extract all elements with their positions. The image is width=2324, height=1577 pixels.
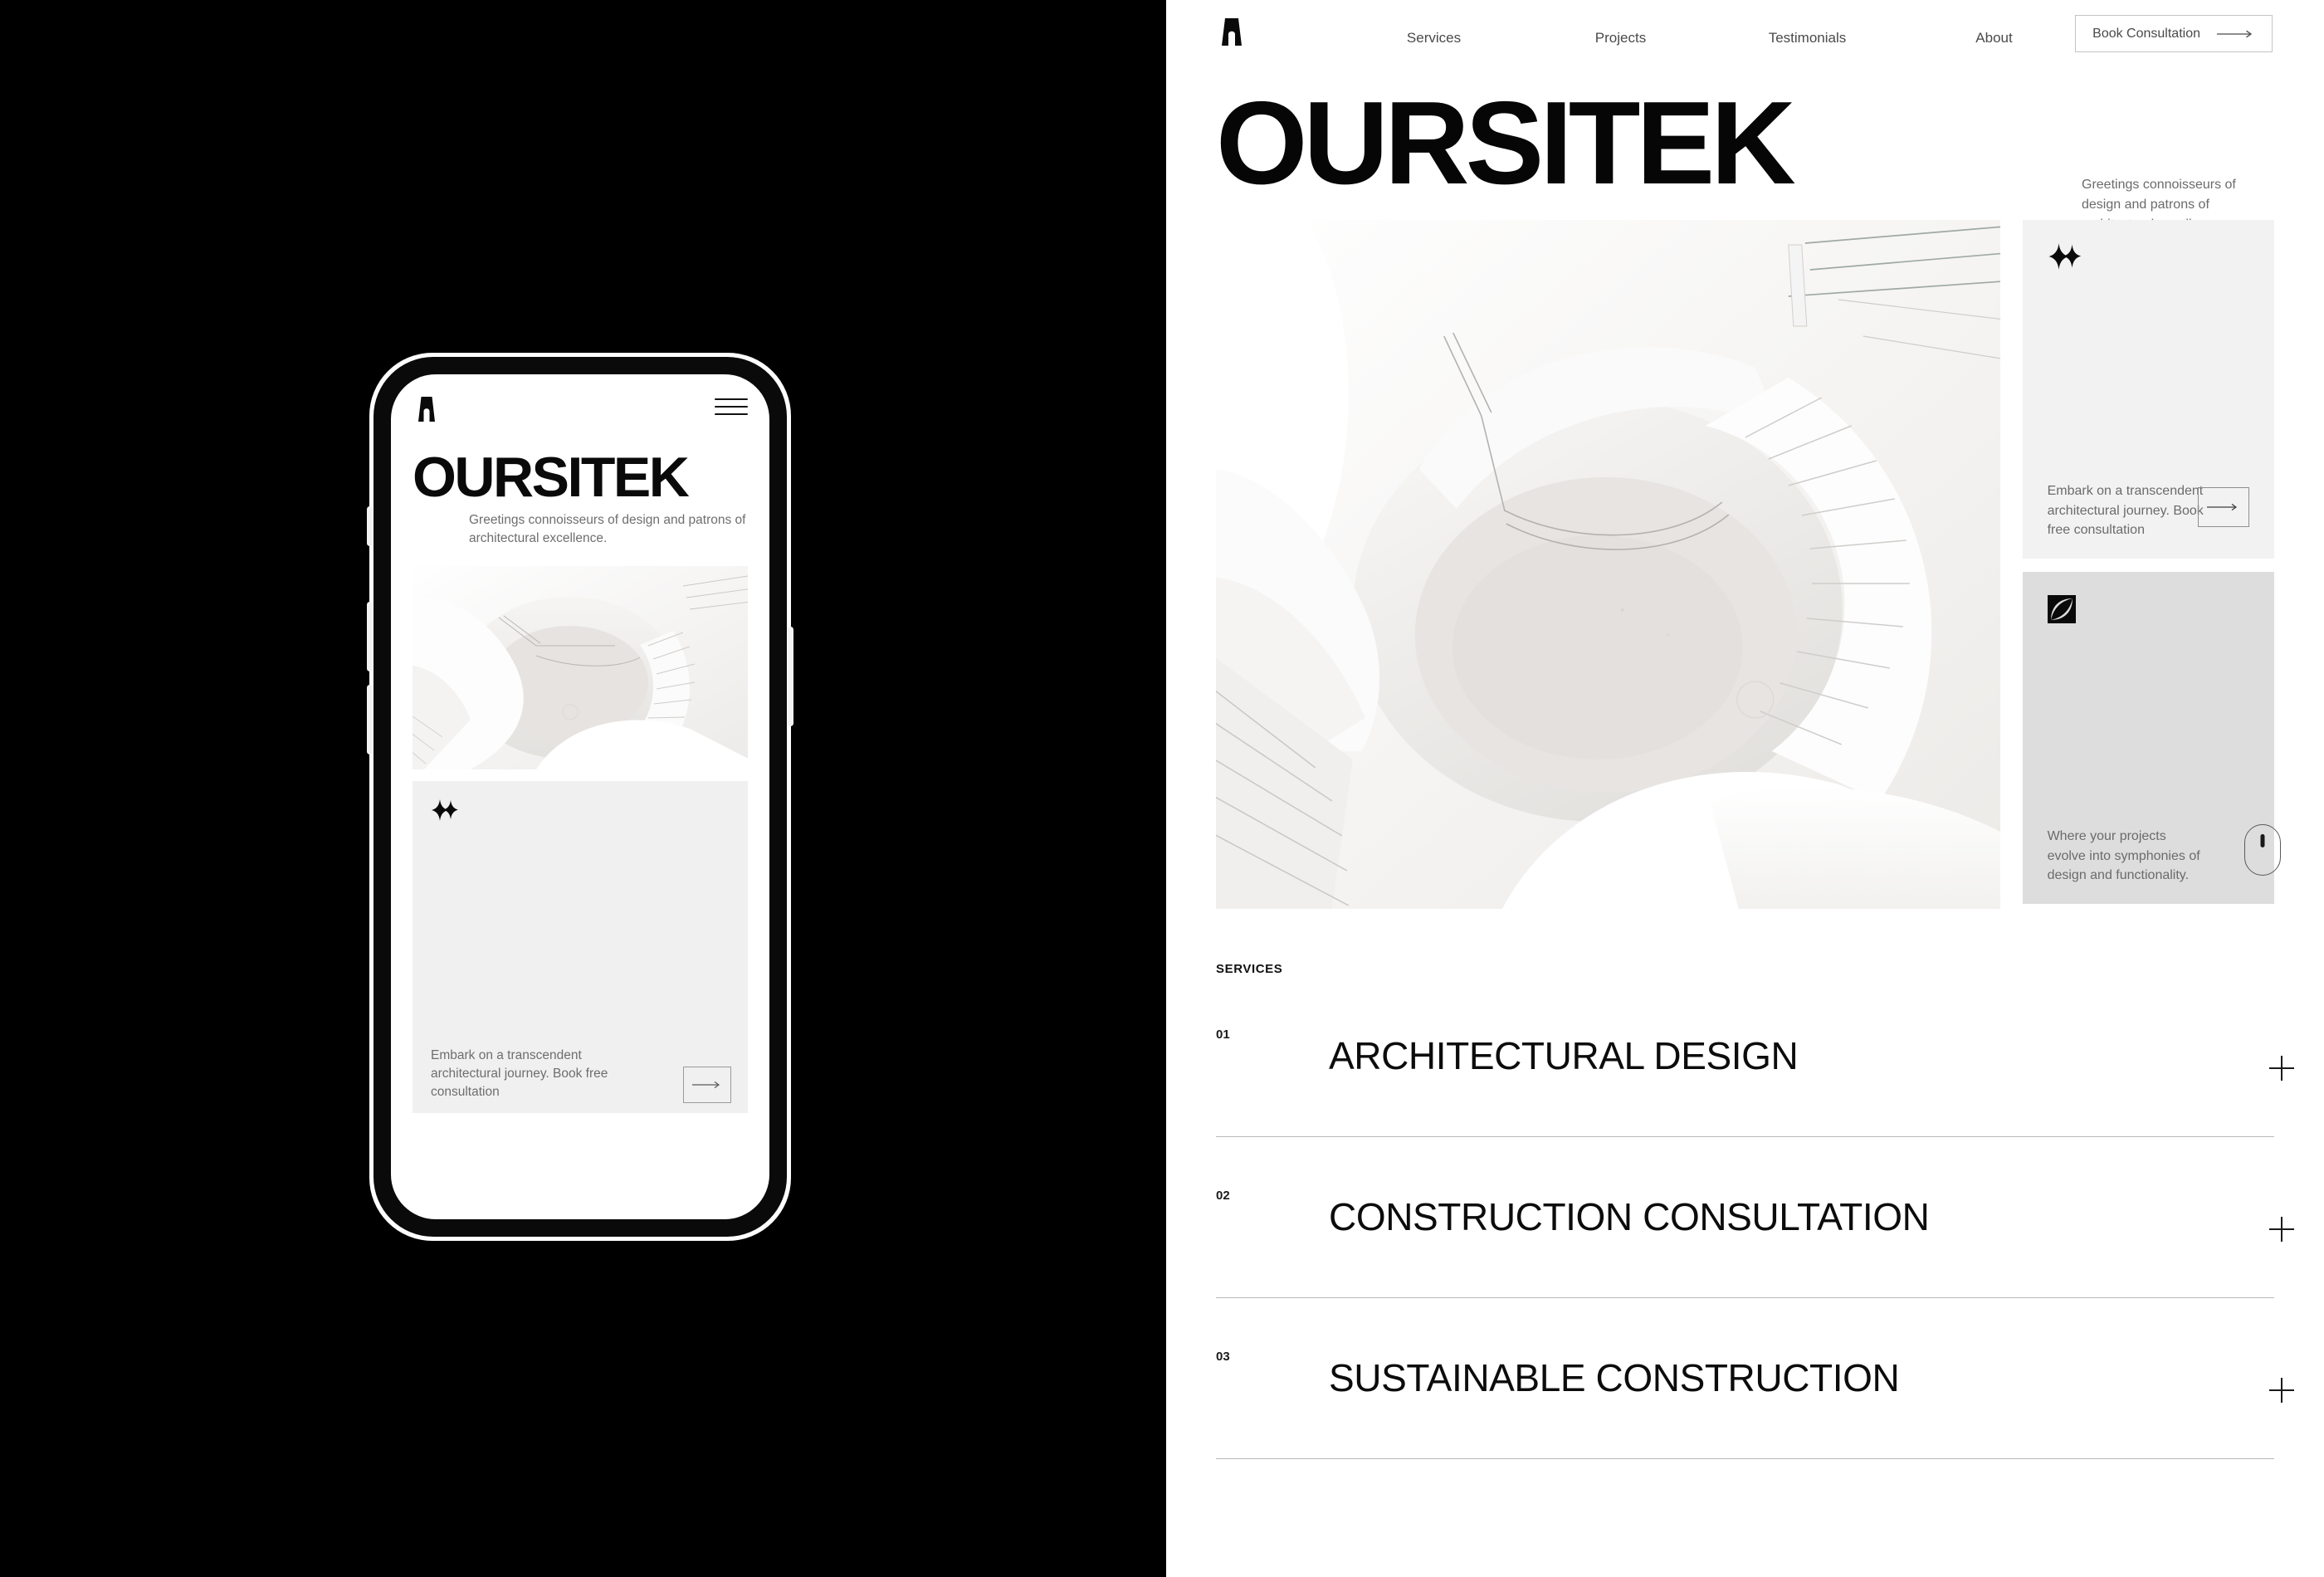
desktop-site-panel: Services Projects Testimonials About Boo…	[1166, 0, 2324, 1577]
arrow-right-icon	[2207, 503, 2238, 510]
consultation-card[interactable]: Embark on a transcendent architectural j…	[2022, 219, 2274, 559]
service-row[interactable]: 01 ARCHITECTURAL DESIGN	[1216, 976, 2274, 1137]
phone-volume-down-button[interactable]	[367, 685, 373, 754]
double-sparkle-icon	[431, 799, 461, 824]
hamburger-bar	[715, 413, 748, 415]
phone-mockup: OURSITEK Greetings connoisseurs of desig…	[367, 353, 793, 1241]
mobile-showcase-panel: OURSITEK Greetings connoisseurs of desig…	[0, 0, 1166, 1577]
phone-volume-up-button[interactable]	[367, 602, 373, 671]
book-consultation-label: Book Consultation	[2092, 26, 2200, 41]
hero-image	[1216, 219, 2000, 909]
hero-side-cards: Embark on a transcendent architectural j…	[2022, 219, 2281, 909]
phone-silent-switch[interactable]	[367, 506, 373, 546]
mobile-card-text: Embark on a transcendent architectural j…	[431, 1048, 608, 1100]
service-name: SUSTAINABLE CONSTRUCTION	[1329, 1356, 1900, 1400]
mobile-hero-image	[413, 566, 748, 770]
service-name: CONSTRUCTION CONSULTATION	[1329, 1195, 1930, 1239]
service-number: 01	[1216, 1027, 1230, 1042]
hamburger-bar	[715, 406, 748, 408]
mobile-card-arrow-button[interactable]	[683, 1067, 731, 1104]
phone-screen: OURSITEK Greetings connoisseurs of desig…	[391, 374, 769, 1219]
hamburger-bar	[715, 398, 748, 400]
phone-power-button[interactable]	[788, 627, 793, 726]
services-section: SERVICES 01 ARCHITECTURAL DESIGN 02 CONS…	[1166, 962, 2324, 1459]
nav-link-testimonials[interactable]: Testimonials	[1714, 30, 1901, 46]
double-sparkle-icon	[2048, 242, 2084, 274]
service-row[interactable]: 03 SUSTAINABLE CONSTRUCTION	[1216, 1298, 2274, 1459]
arch-logo-icon[interactable]	[1216, 15, 1247, 46]
hamburger-menu-icon[interactable]	[715, 394, 748, 415]
book-consultation-button[interactable]: Book Consultation	[2075, 15, 2273, 52]
arrow-right-icon	[692, 1081, 720, 1089]
arch-logo-icon[interactable]	[413, 394, 441, 422]
service-number: 03	[1216, 1349, 1230, 1364]
service-row[interactable]: 02 CONSTRUCTION CONSULTATION	[1216, 1137, 2274, 1298]
square-lens-icon	[2047, 594, 2076, 627]
arrow-right-icon	[2217, 30, 2253, 37]
page-root: OURSITEK Greetings connoisseurs of desig…	[0, 0, 2324, 1577]
nav-link-projects[interactable]: Projects	[1527, 30, 1714, 46]
philosophy-card-text: Where your projects evolve into symphoni…	[2047, 828, 2200, 883]
nav-link-services[interactable]: Services	[1340, 30, 1527, 46]
hero-grid: Embark on a transcendent architectural j…	[1166, 219, 2324, 909]
nav-link-about[interactable]: About	[1901, 30, 2087, 46]
main-navigation: Services Projects Testimonials About Boo…	[1166, 0, 2324, 76]
mobile-consultation-card[interactable]: Embark on a transcendent architectural j…	[413, 781, 748, 1114]
consultation-card-text: Embark on a transcendent architectural j…	[2047, 483, 2204, 538]
consultation-card-arrow-button[interactable]	[2198, 486, 2249, 527]
mobile-header	[391, 374, 769, 422]
nav-links: Services Projects Testimonials About	[1340, 0, 2087, 76]
services-section-label: SERVICES	[1216, 961, 1283, 976]
mobile-hero-title: OURSITEK	[413, 446, 690, 509]
hero-section: OURSITEK Greetings connoisseurs of desig…	[1166, 85, 2324, 232]
service-number: 02	[1216, 1188, 1230, 1203]
service-name: ARCHITECTURAL DESIGN	[1329, 1034, 1799, 1078]
philosophy-card[interactable]: Where your projects evolve into symphoni…	[2022, 571, 2281, 904]
mobile-hero-tagline: Greetings connoisseurs of design and pat…	[469, 513, 746, 546]
mouse-scroll-icon[interactable]	[2244, 823, 2281, 876]
